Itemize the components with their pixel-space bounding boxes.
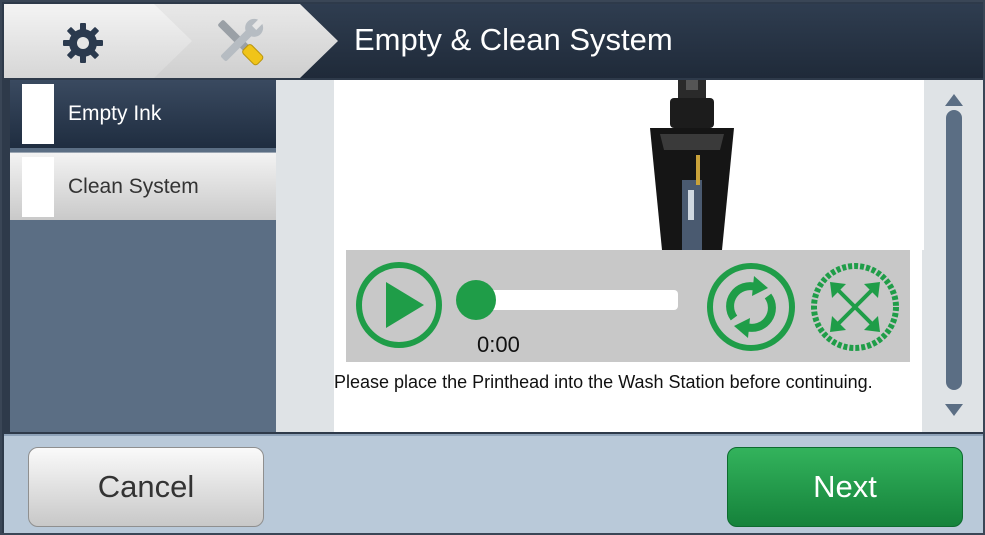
video-controls: 0:00	[346, 250, 910, 362]
sidebar-item-empty-ink[interactable]: Empty Ink	[10, 80, 276, 148]
page-title: Empty & Clean System	[354, 22, 673, 57]
replay-icon[interactable]	[704, 260, 798, 354]
seek-thumb[interactable]	[456, 280, 496, 320]
scroll-thumb[interactable]	[946, 110, 962, 390]
next-button[interactable]: Next	[727, 447, 963, 527]
scrollbar[interactable]	[940, 90, 968, 420]
app-window: Empty & Clean System Empty Ink Clean Sys…	[0, 0, 985, 535]
sidebar: Empty Ink Clean System	[10, 80, 276, 432]
sidebar-item-label: Clean System	[68, 175, 199, 198]
playback-time: 0:00	[477, 332, 520, 357]
main-content: 0:00 Please place the Printhead into the…	[276, 80, 983, 432]
sidebar-item-clean-system[interactable]: Clean System	[10, 152, 276, 220]
scroll-down-icon[interactable]	[945, 404, 963, 416]
seek-track[interactable]	[464, 290, 678, 310]
printhead-image	[650, 80, 734, 250]
play-icon[interactable]	[354, 260, 444, 350]
scroll-up-icon[interactable]	[945, 94, 963, 106]
fullscreen-icon[interactable]	[808, 260, 902, 354]
sidebar-item-label: Empty Ink	[68, 102, 162, 125]
header-bar: Empty & Clean System	[4, 4, 983, 78]
tools-icon	[218, 18, 264, 66]
cancel-button[interactable]: Cancel	[28, 447, 264, 527]
instruction-text: Please place the Printhead into the Wash…	[334, 372, 873, 392]
footer-bar: Cancel Next	[4, 434, 983, 533]
sidebar-item-indicator	[22, 84, 54, 144]
video-frame	[450, 80, 924, 250]
sidebar-item-indicator	[22, 157, 54, 217]
gear-icon	[63, 23, 103, 63]
